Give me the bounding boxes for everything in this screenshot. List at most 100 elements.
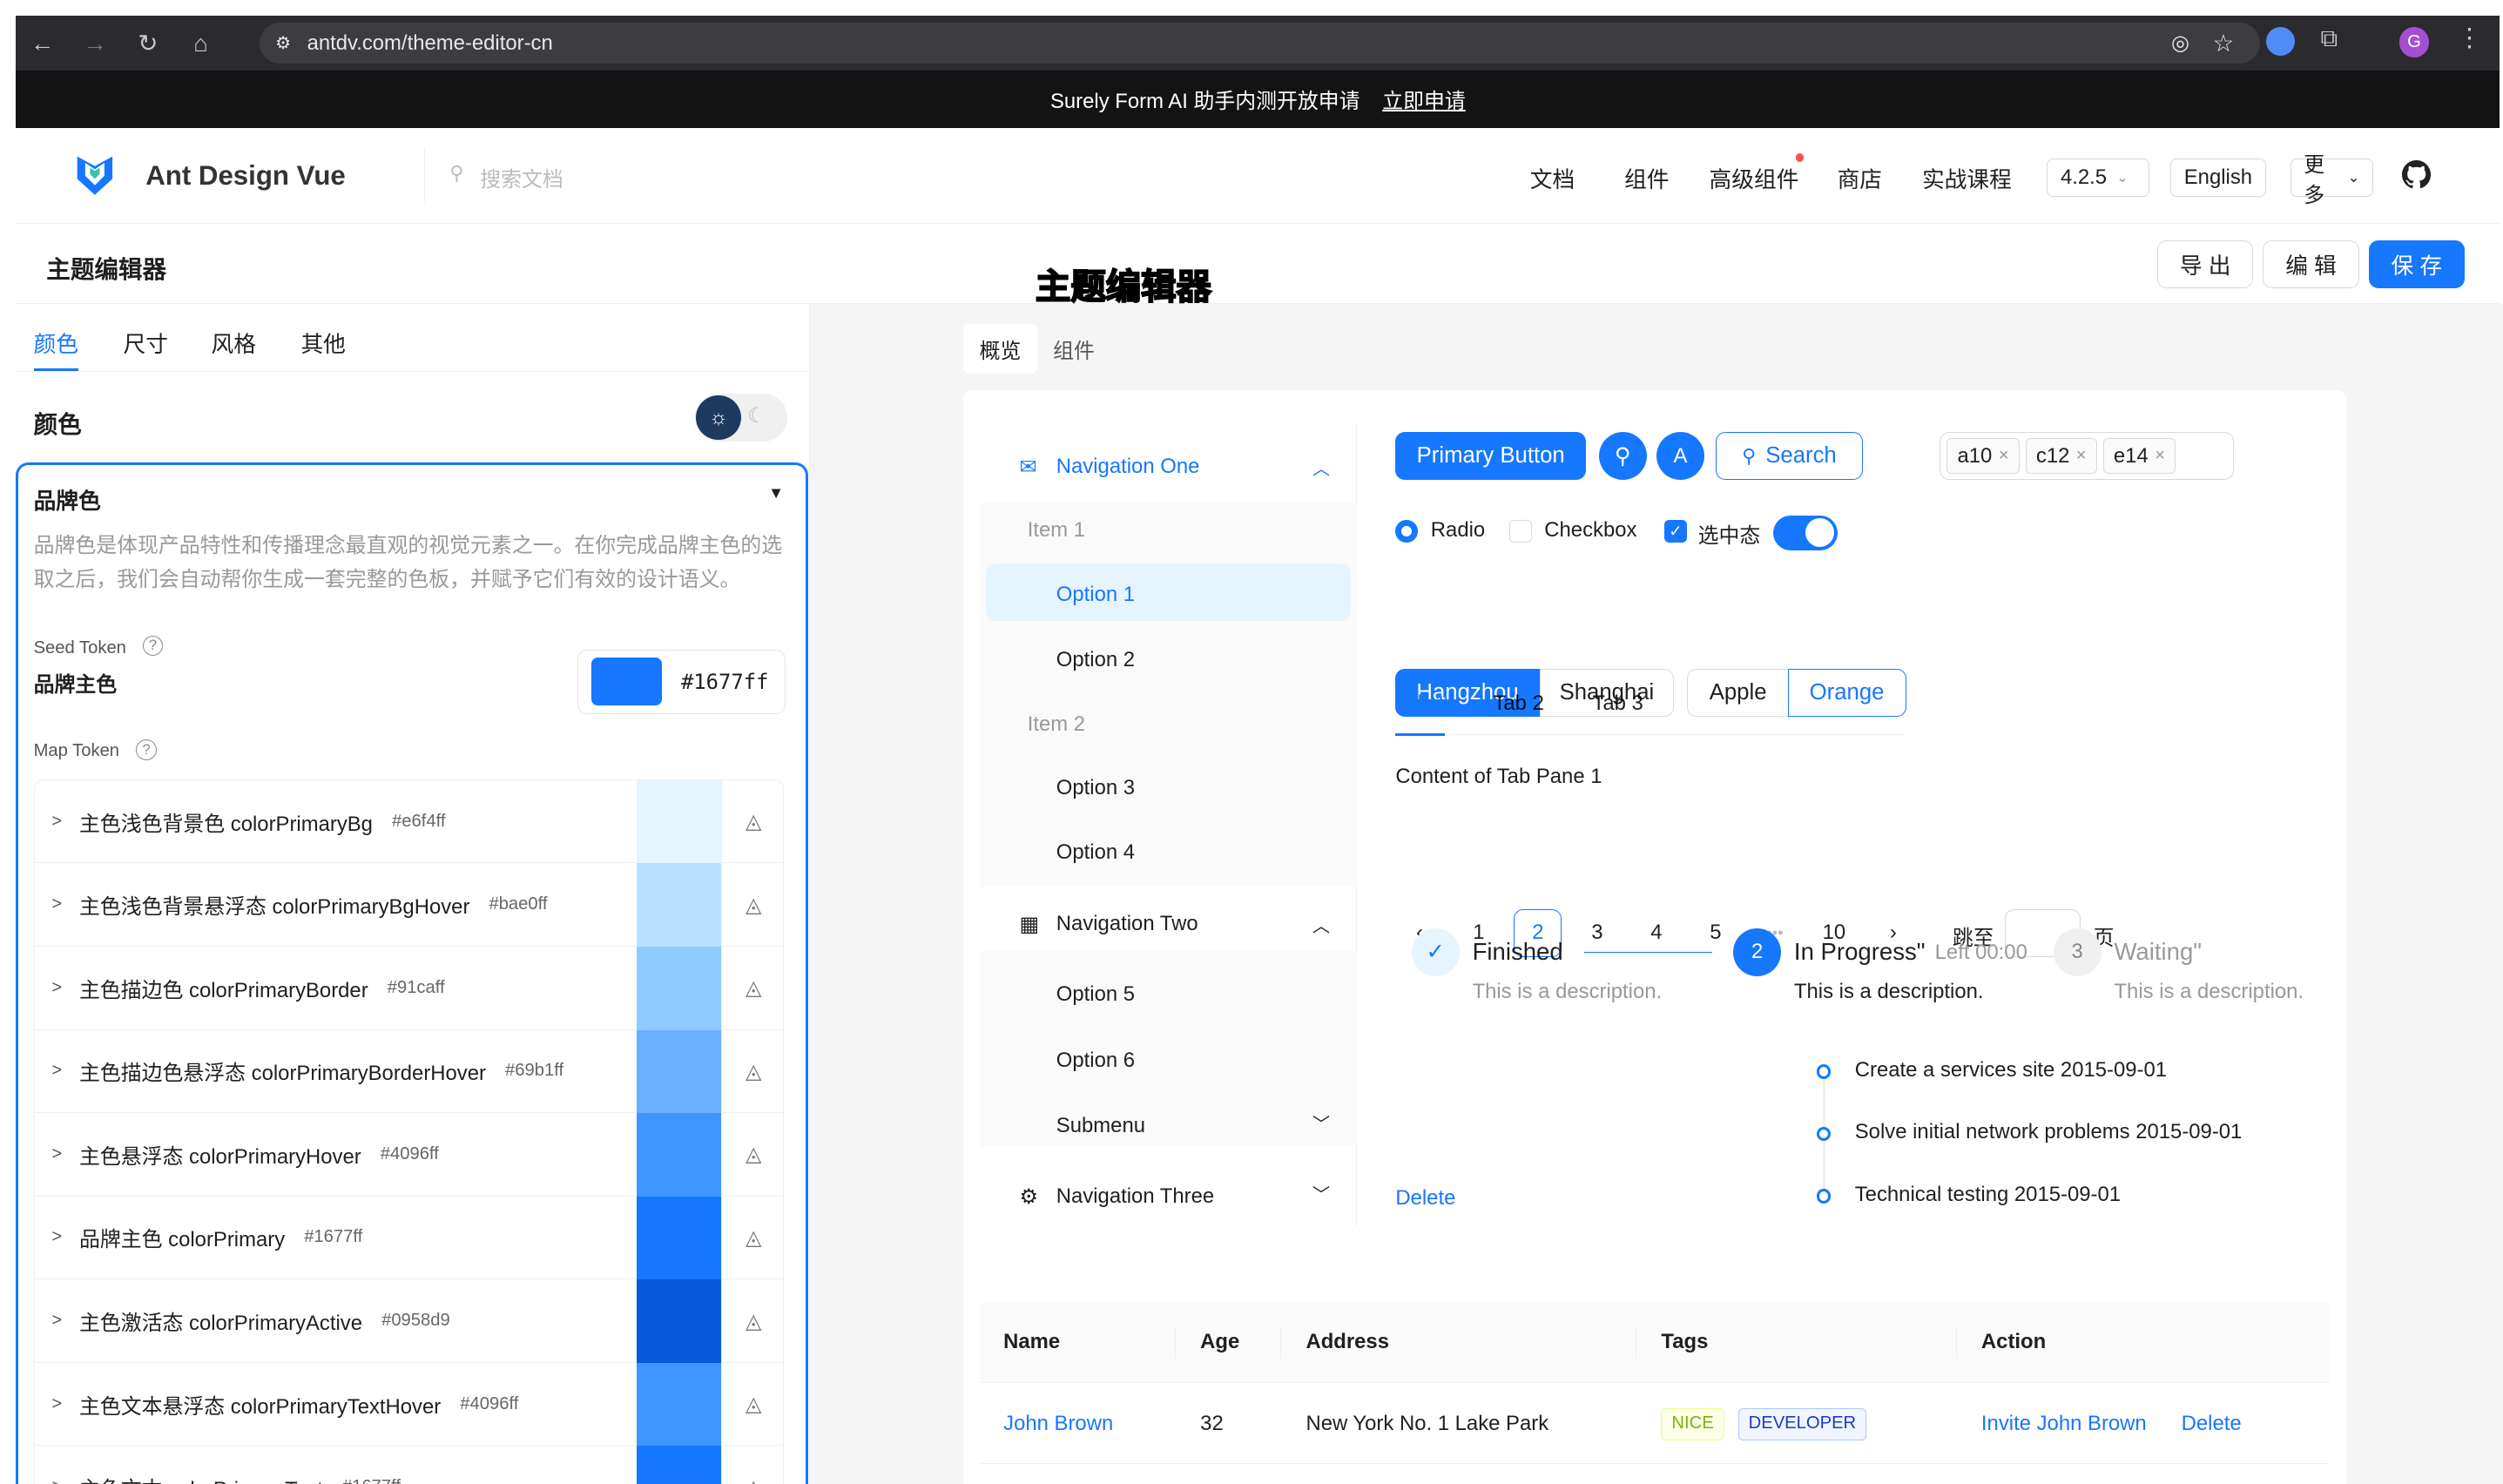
nav-courses[interactable]: 实战课程	[1922, 162, 2012, 194]
token-swatch[interactable]	[636, 1113, 721, 1197]
nav-advanced-components[interactable]: 高级组件	[1710, 162, 1799, 194]
chevron-right-icon[interactable]: >	[35, 1144, 79, 1164]
tab-overview[interactable]: 概览	[963, 324, 1037, 374]
row-delete-link[interactable]: Delete	[2182, 1412, 2242, 1436]
token-reset-icon[interactable]: ◬	[720, 947, 784, 1030]
tab-color[interactable]: 颜色	[34, 327, 78, 359]
token-swatch[interactable]	[636, 1446, 721, 1484]
export-button[interactable]: 导 出	[2157, 239, 2254, 288]
chevron-right-icon[interactable]: >	[35, 1394, 79, 1414]
chevron-right-icon[interactable]: >	[35, 894, 79, 914]
token-swatch[interactable]	[636, 1362, 721, 1447]
chevron-down-icon[interactable]: ﹀	[1312, 1110, 1330, 1136]
nav-store[interactable]: 商店	[1838, 162, 1882, 194]
back-icon[interactable]: ←	[16, 30, 69, 57]
col-name[interactable]: Name	[1003, 1330, 1060, 1354]
profile-avatar[interactable]: G	[2398, 27, 2430, 58]
token-reset-icon[interactable]: ◬	[720, 1196, 784, 1280]
version-select[interactable]: 4.2.5 ⌄	[2047, 158, 2149, 197]
tab-2[interactable]: Tab 2	[1493, 691, 1543, 716]
chevron-right-icon[interactable]: >	[35, 1477, 79, 1484]
menu-nav-two[interactable]: Navigation Two	[1056, 912, 1198, 936]
reload-icon[interactable]: ↻	[122, 30, 175, 57]
chevron-up-icon[interactable]: ︿	[1312, 455, 1330, 480]
theme-mode-toggle[interactable]: ☼ ☾	[694, 394, 788, 442]
select-tag[interactable]: e14 ×	[2102, 438, 2176, 474]
language-button[interactable]: English	[2169, 158, 2267, 197]
map-token-row[interactable]: > 主色浅色背景悬浮态 colorPrimaryBgHover #bae0ff ◬	[34, 863, 784, 947]
chevron-right-icon[interactable]: >	[35, 812, 79, 832]
primary-button[interactable]: Primary Button	[1395, 432, 1587, 481]
menu-submenu[interactable]: Submenu	[1056, 1114, 1145, 1138]
token-swatch[interactable]	[636, 1196, 721, 1280]
col-tags[interactable]: Tags	[1661, 1330, 1708, 1354]
caret-down-icon[interactable]: ▼	[768, 483, 784, 503]
map-token-row[interactable]: > 主色浅色背景色 colorPrimaryBg #e6f4ff ◬	[34, 779, 784, 864]
search-button[interactable]: ⚲ Search	[1715, 432, 1863, 481]
delete-link[interactable]: Delete	[1395, 1186, 1455, 1211]
antdv-logo-icon[interactable]	[74, 153, 116, 198]
map-token-row[interactable]: > 主色悬浮态 colorPrimaryHover #4096ff ◬	[34, 1113, 784, 1197]
menu-option5[interactable]: Option 5	[1056, 982, 1135, 1007]
tab-3[interactable]: Tab 3	[1592, 691, 1643, 716]
edit-button[interactable]: 编 辑	[2263, 239, 2359, 288]
menu-dots-icon[interactable]: ⋮	[2457, 23, 2482, 53]
menu-option6[interactable]: Option 6	[1056, 1049, 1135, 1073]
map-token-row[interactable]: >主色文本 colorPrimaryText #1677ff ◬	[35, 1446, 784, 1484]
menu-option2[interactable]: Option 2	[1056, 648, 1135, 672]
col-address[interactable]: Address	[1305, 1330, 1389, 1354]
token-reset-icon[interactable]: ◬	[720, 1029, 784, 1114]
extension-icon[interactable]	[2266, 27, 2296, 57]
menu-option1[interactable]: Option 1	[1056, 583, 1135, 607]
address-bar[interactable]: ⚙ antdv.com/theme-editor-cn ◎ ☆	[259, 22, 2260, 64]
cell-name[interactable]: John Brown	[1003, 1412, 1113, 1436]
sun-icon[interactable]: ☼	[696, 395, 741, 441]
radio-control[interactable]	[1395, 520, 1419, 543]
seed-swatch[interactable]	[591, 658, 662, 706]
token-reset-icon[interactable]: ◬	[720, 1279, 784, 1363]
token-swatch[interactable]	[636, 779, 721, 864]
token-swatch[interactable]	[636, 863, 721, 947]
tab-1[interactable]: Tab 1	[1395, 691, 1446, 716]
select-tag[interactable]: a10 ×	[1946, 438, 2020, 474]
menu-option3[interactable]: Option 3	[1056, 776, 1135, 800]
map-token-row[interactable]: > 主色文本悬浮态 colorPrimaryTextHover #4096ff ◬	[34, 1362, 784, 1447]
token-swatch[interactable]	[636, 1029, 721, 1114]
map-token-row[interactable]: > 主色描边色悬浮态 colorPrimaryBorderHover #69b1ff…	[34, 1029, 784, 1114]
menu-option4[interactable]: Option 4	[1056, 840, 1135, 865]
token-reset-icon[interactable]: ◬	[720, 1362, 784, 1447]
token-swatch[interactable]	[636, 947, 721, 1030]
doc-search-input[interactable]: 搜索文档	[480, 162, 563, 192]
seed-hex-value[interactable]: #1677ff	[681, 670, 769, 694]
col-action[interactable]: Action	[1981, 1330, 2046, 1354]
menu-option1-selected[interactable]	[985, 563, 1351, 621]
nav-components[interactable]: 组件	[1624, 162, 1669, 194]
radio-button-apple[interactable]: Apple	[1686, 669, 1790, 718]
multi-select[interactable]: a10 × c12 × e14 ×	[1940, 432, 2235, 481]
chevron-right-icon[interactable]: >	[35, 1227, 79, 1247]
col-age[interactable]: Age	[1200, 1330, 1239, 1354]
menu-nav-three[interactable]: Navigation Three	[1056, 1184, 1214, 1209]
token-reset-icon[interactable]: ◬	[720, 1113, 784, 1197]
bookmark-star-icon[interactable]: ☆	[2213, 30, 2235, 57]
tab-other[interactable]: 其他	[300, 327, 345, 359]
map-token-row[interactable]: > 主色激活态 colorPrimaryActive #0958d9 ◬	[34, 1279, 784, 1363]
map-token-row[interactable]: > 品牌主色 colorPrimary #1677ff ◬	[34, 1196, 784, 1280]
site-info-icon[interactable]: ⚙	[275, 32, 291, 54]
save-button[interactable]: 保 存	[2368, 239, 2465, 288]
chevron-right-icon[interactable]: >	[35, 1311, 79, 1331]
invite-link[interactable]: Invite John Brown	[1981, 1412, 2147, 1436]
close-icon[interactable]: ×	[1999, 446, 2009, 466]
logo-text[interactable]: Ant Design Vue	[145, 160, 346, 192]
more-button[interactable]: 更多 ⌄	[2290, 153, 2374, 207]
search-circle-button[interactable]: ⚲	[1598, 432, 1647, 481]
tab-style[interactable]: 风格	[212, 327, 256, 359]
avatar-button[interactable]: A	[1656, 432, 1705, 481]
token-swatch[interactable]	[636, 1279, 721, 1363]
map-token-row[interactable]: > 主色描边色 colorPrimaryBorder #91caff ◬	[34, 947, 784, 1030]
checked-checkbox[interactable]: ✓	[1664, 520, 1687, 543]
chevron-right-icon[interactable]: >	[35, 1061, 79, 1081]
moon-icon[interactable]: ☾	[747, 403, 766, 428]
close-icon[interactable]: ×	[2076, 446, 2087, 466]
puzzle-icon[interactable]: ⧉	[2321, 24, 2338, 53]
